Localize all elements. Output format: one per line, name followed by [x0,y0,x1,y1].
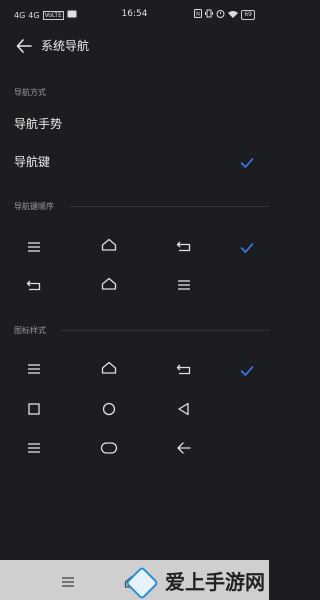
back-icon [26,277,42,291]
menu-icon [176,277,192,291]
menu-icon [26,361,42,375]
back-icon [176,361,192,375]
section-divider [70,206,269,207]
wifi-icon [228,10,239,20]
check-icon [240,239,254,253]
section-divider [60,330,269,331]
vibrate-icon [205,9,214,20]
option-gesture[interactable]: 导航手势 [14,115,62,132]
status-right: N 69 [194,9,255,20]
square-icon [26,401,42,415]
back-icon [176,238,192,252]
home-icon [101,360,117,374]
svg-text:N: N [196,12,200,18]
circle-icon [101,401,117,416]
header: 系统导航 [0,30,269,60]
nfc-icon: N [194,9,203,20]
check-icon [240,362,254,376]
section-label-icon-style: 图标样式 [14,326,46,335]
status-bar: 4G 4G VoLTE 16:54 N 69 [0,0,269,30]
menu-icon [26,440,42,454]
watermark-text: 爱上手游网 [165,570,265,594]
menu-icon [26,239,42,253]
arrow-left-icon [176,440,192,454]
section-label-nav-method: 导航方式 [14,88,46,97]
home-icon [101,276,117,290]
arrow-left-icon [16,39,32,53]
check-icon [240,154,254,168]
page-title: 系统导航 [41,39,90,53]
alarm-icon [216,9,225,20]
battery-indicator: 69 [241,9,255,20]
rounded-rect-icon [100,440,118,454]
menu-icon[interactable] [60,574,76,588]
back-button[interactable] [16,38,32,53]
home-icon [101,237,117,251]
section-label-key-order: 导航键顺序 [14,202,54,211]
triangle-back-icon [176,401,192,416]
option-nav-keys[interactable]: 导航键 [14,153,50,170]
